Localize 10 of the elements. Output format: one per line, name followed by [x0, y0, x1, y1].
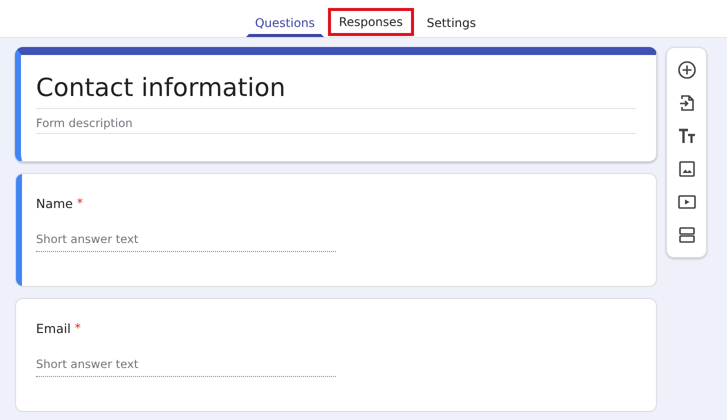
- question-label: Name: [36, 196, 73, 211]
- tab[interactable]: Questions: [246, 4, 324, 37]
- question-card[interactable]: Email * Short answer text: [15, 298, 657, 412]
- question-card[interactable]: Name * Short answer text: [15, 173, 657, 287]
- tab[interactable]: Settings: [418, 4, 486, 37]
- tab[interactable]: Responses: [328, 8, 414, 36]
- required-mark: *: [76, 196, 83, 211]
- add-icon[interactable]: [676, 59, 698, 81]
- question-label: Email: [36, 321, 71, 336]
- required-mark: *: [74, 321, 81, 336]
